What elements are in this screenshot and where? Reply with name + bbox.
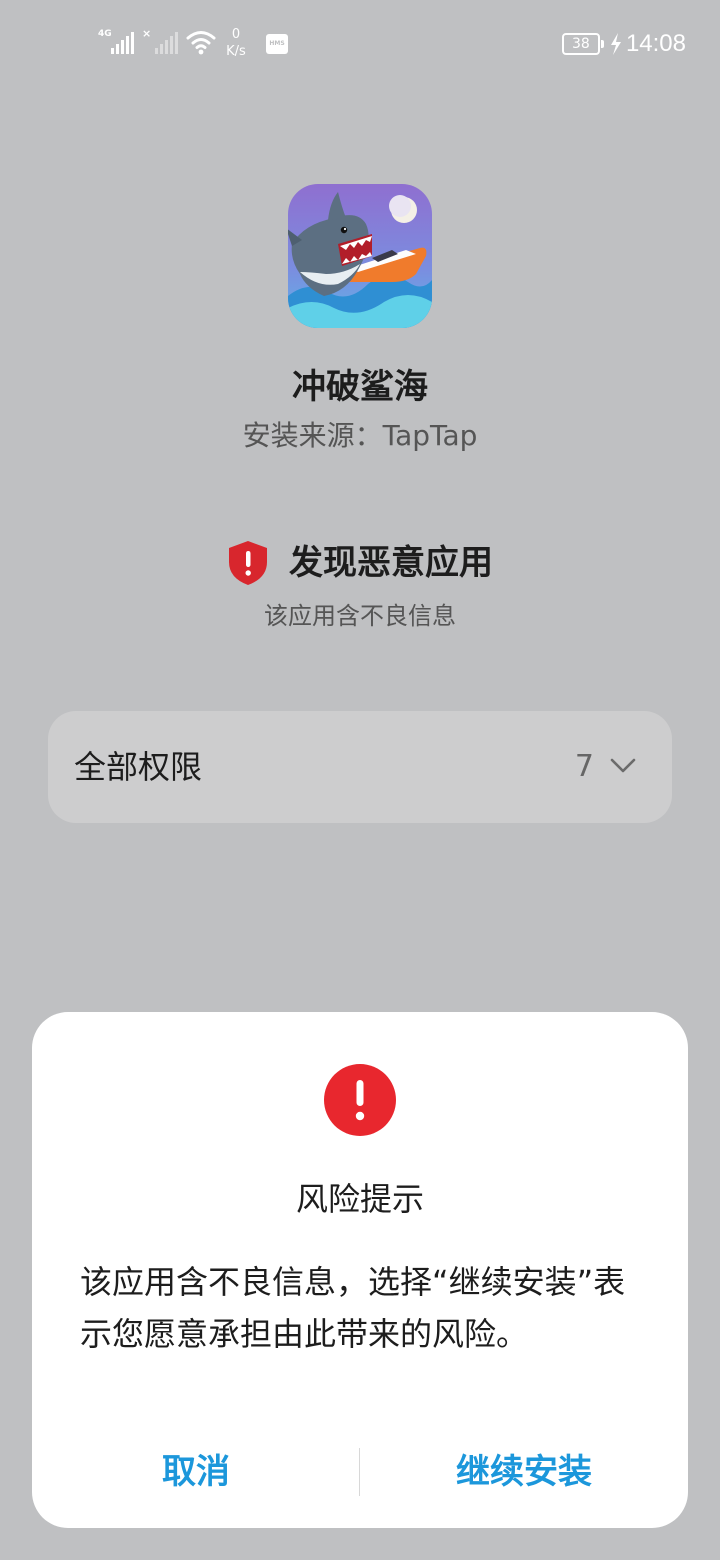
charging-bolt-icon [610, 33, 621, 55]
battery-level: 38 [572, 36, 590, 52]
network-speed-unit: K/s [226, 44, 246, 59]
malicious-app-warning: 发现恶意应用 [0, 536, 720, 590]
permissions-count: 7 [574, 749, 594, 784]
continue-install-button[interactable]: 继续安装 [360, 1446, 688, 1498]
network-speed-value: 0 [231, 27, 241, 42]
network-speed: 0 K/s [222, 26, 250, 60]
warning-title: 发现恶意应用 [289, 543, 493, 583]
no-signal-icon: × [142, 26, 180, 56]
status-bar-left: 4G × 0 K/s HMS [98, 26, 288, 66]
shield-alert-icon [229, 541, 267, 585]
warning-subtitle: 该应用含不良信息 [264, 602, 456, 630]
battery-icon: 38 [561, 33, 604, 55]
app-name: 冲破鲨海 [292, 367, 428, 407]
network-type-label: 4G [98, 29, 112, 39]
wifi-icon [186, 31, 216, 55]
status-bar: 4G × 0 K/s HMS 38 14:08 [0, 0, 720, 88]
dialog-title: 风险提示 [295, 1180, 424, 1218]
cancel-button[interactable]: 取消 [32, 1446, 360, 1498]
all-permissions-row[interactable]: 全部权限 7 [48, 711, 672, 823]
install-source: 安装来源：TapTap [242, 419, 478, 452]
chevron-down-icon[interactable] [610, 757, 636, 775]
alert-circle-icon [324, 1064, 396, 1136]
hms-icon: HMS [266, 34, 288, 54]
permissions-label: 全部权限 [74, 748, 203, 786]
signal-strength-icon: 4G [98, 26, 136, 56]
status-bar-right: 38 14:08 [561, 30, 686, 58]
dialog-button-bar: 取消 继续安装 [32, 1446, 688, 1498]
clock: 14:08 [625, 30, 686, 57]
dialog-message: 该应用含不良信息，选择“继续安装”表示您愿意承担由此带来的风险。 [80, 1263, 626, 1353]
risk-warning-dialog: 风险提示 该应用含不良信息，选择“继续安装”表示您愿意承担由此带来的风险。 取消… [32, 1012, 688, 1528]
app-icon [288, 184, 432, 328]
